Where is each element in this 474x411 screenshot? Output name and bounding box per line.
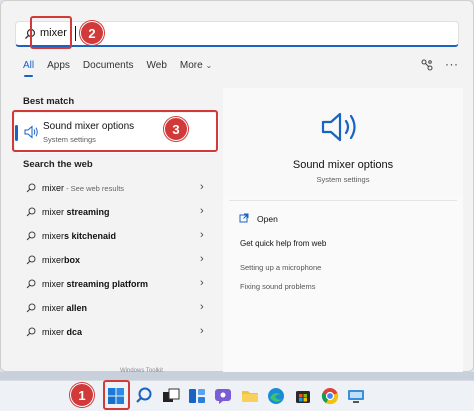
chevron-right-icon: › bbox=[200, 181, 204, 193]
web-result-label: mixerbox bbox=[42, 255, 81, 265]
chat-icon[interactable] bbox=[213, 386, 233, 406]
edge-icon[interactable] bbox=[266, 386, 286, 406]
chrome-icon[interactable] bbox=[320, 386, 340, 406]
help-link[interactable]: Fixing sound problems bbox=[240, 282, 315, 291]
search-icon bbox=[26, 303, 36, 313]
chevron-down-icon: ⌄ bbox=[205, 61, 213, 70]
web-result-item[interactable]: mixer dca › bbox=[15, 322, 219, 344]
tab-more[interactable]: More ⌄ bbox=[180, 60, 212, 71]
store-icon[interactable] bbox=[293, 386, 313, 406]
task-view-icon[interactable] bbox=[161, 386, 181, 406]
best-match-heading: Best match bbox=[23, 96, 75, 107]
chevron-right-icon: › bbox=[200, 205, 204, 217]
search-icon bbox=[26, 279, 36, 289]
more-options-icon[interactable]: ··· bbox=[445, 57, 459, 71]
web-result-label: mixer streaming bbox=[42, 207, 110, 217]
background-strip bbox=[0, 372, 474, 380]
remote-desktop-icon[interactable] bbox=[346, 386, 366, 406]
chevron-right-icon: › bbox=[200, 325, 204, 337]
tab-documents[interactable]: Documents bbox=[83, 60, 134, 71]
web-result-label: mixer - See web results bbox=[42, 183, 124, 193]
web-result-item[interactable]: mixerbox › bbox=[15, 250, 219, 272]
preview-subtitle: System settings bbox=[316, 175, 370, 184]
search-icon bbox=[26, 183, 36, 193]
web-result-item[interactable]: mixer streaming platform › bbox=[15, 274, 219, 296]
web-result-bold: streaming platform bbox=[66, 279, 149, 289]
widgets-icon[interactable] bbox=[187, 386, 207, 406]
callout-badge-1: 1 bbox=[70, 383, 94, 407]
chevron-right-icon: › bbox=[200, 229, 204, 241]
chevron-right-icon: › bbox=[200, 301, 204, 313]
search-icon bbox=[26, 231, 36, 241]
tab-apps[interactable]: Apps bbox=[47, 60, 70, 71]
web-result-bold: box bbox=[64, 255, 81, 265]
help-link[interactable]: Setting up a microphone bbox=[240, 263, 321, 272]
share-icon[interactable] bbox=[421, 59, 433, 71]
web-result-label: mixers kitchenaid bbox=[42, 231, 117, 241]
callout-badge-2: 2 bbox=[80, 21, 104, 45]
preview-pane: Sound mixer options System settings Open… bbox=[223, 88, 463, 373]
callout-badge-3: 3 bbox=[164, 117, 188, 141]
web-result-bold: allen bbox=[66, 303, 88, 313]
web-result-label: mixer allen bbox=[42, 303, 88, 313]
web-result-item[interactable]: mixers kitchenaid › bbox=[15, 226, 219, 248]
tab-more-label: More bbox=[179, 60, 203, 71]
divider bbox=[229, 200, 457, 201]
open-external-icon bbox=[239, 213, 249, 223]
chevron-right-icon: › bbox=[200, 253, 204, 265]
chevron-right-icon: › bbox=[200, 277, 204, 289]
web-result-suffix: - See web results bbox=[64, 184, 125, 193]
search-icon bbox=[26, 327, 36, 337]
preview-title: Sound mixer options bbox=[292, 159, 394, 171]
search-icon bbox=[26, 255, 36, 265]
search-icon[interactable] bbox=[134, 386, 154, 406]
open-action[interactable]: Open bbox=[257, 214, 278, 224]
callout-box-search bbox=[30, 16, 72, 49]
web-result-item[interactable]: mixer allen › bbox=[15, 298, 219, 320]
search-tabs: All Apps Documents Web More ⌄ bbox=[23, 60, 225, 77]
web-result-bold: streaming bbox=[66, 207, 110, 217]
web-result-query: mixer bbox=[42, 183, 64, 193]
start-search-panel: mixer All Apps Documents Web More ⌄ ··· … bbox=[0, 0, 474, 373]
background-caption: Windows Toolkit bbox=[120, 368, 163, 374]
web-result-item[interactable]: mixer - See web results › bbox=[15, 178, 219, 200]
web-result-label: mixer streaming platform bbox=[42, 279, 149, 289]
speaker-icon bbox=[321, 112, 356, 142]
file-explorer-icon[interactable] bbox=[240, 386, 260, 406]
search-web-heading: Search the web bbox=[23, 159, 93, 170]
web-result-item[interactable]: mixer streaming › bbox=[15, 202, 219, 224]
web-result-bold: s kitchenaid bbox=[64, 231, 117, 241]
web-result-label: mixer dca bbox=[42, 327, 83, 337]
preview-header: Sound mixer options System settings bbox=[223, 88, 463, 196]
quick-help-heading: Get quick help from web bbox=[240, 239, 327, 248]
search-icon bbox=[26, 207, 36, 217]
tab-web[interactable]: Web bbox=[147, 60, 167, 71]
tab-all[interactable]: All bbox=[23, 60, 34, 77]
web-result-bold: dca bbox=[66, 327, 83, 337]
callout-box-start bbox=[103, 380, 130, 410]
text-caret bbox=[75, 26, 76, 41]
